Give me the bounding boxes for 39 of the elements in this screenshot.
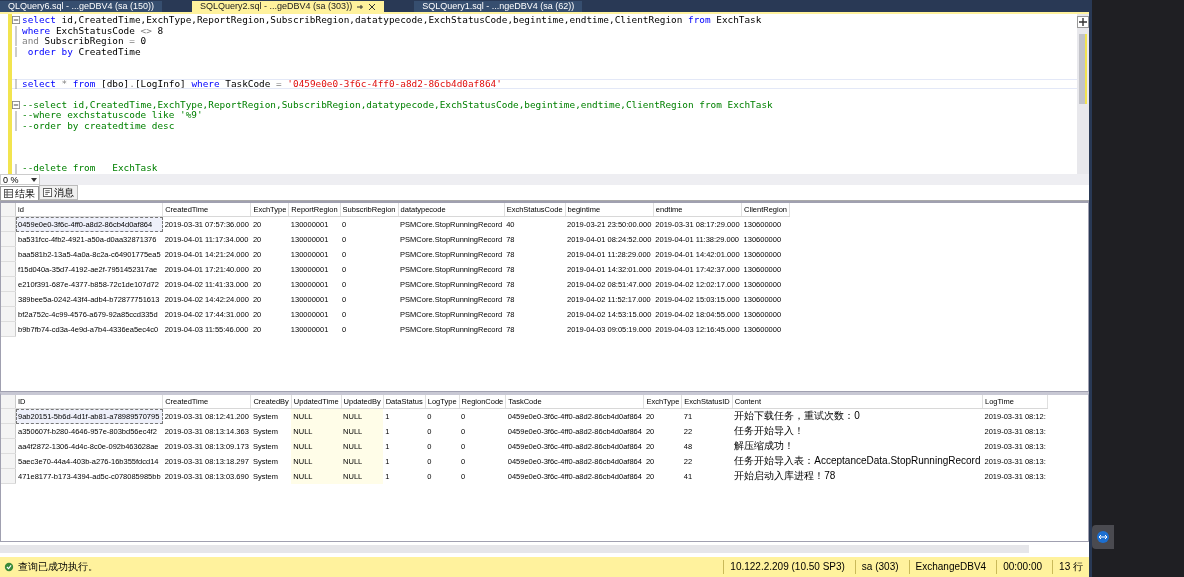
user-label: sa (303) (854, 560, 905, 574)
document-tab[interactable]: SQLQuery2.sql - ...geDBV4 (sa (303)) (192, 1, 385, 12)
table-cell: 开始下载任务，重试次数：0 (732, 408, 983, 424)
code-line: and SubscribRegion = 0 (22, 36, 147, 47)
code-line: --delete from ExchTask (22, 163, 158, 174)
horizontal-scrollbar[interactable] (0, 545, 1029, 553)
caret-icon (31, 177, 37, 182)
success-icon (4, 562, 14, 572)
server-label: 10.122.2.209 (10.50 SP3) (723, 560, 851, 574)
document-tab[interactable]: QLQuery6.sql - ...geDBV4 (sa (150)) (0, 1, 163, 12)
code-line: where ExchStatusCode <> 8 (22, 25, 164, 37)
collapse-icon[interactable] (12, 16, 20, 25)
code-line: select * from [dbo].[LogInfo] where TaskCode = '0459e0e0-3f6c-4ff0-a8d2-86cb4d0af864' (22, 78, 502, 90)
vertical-scrollbar[interactable] (1077, 14, 1089, 174)
message-icon (43, 188, 52, 197)
zoom-dropdown[interactable]: 0 % (0, 174, 40, 185)
elapsed-time: 00:00:00 (996, 560, 1049, 574)
code-line: select id,CreatedTime,ExchType,ReportRegion,SubscribRegion,datatypecode,ExchStatusCode,begintime,endtime,ClientRegion from ExchTask (22, 15, 762, 26)
table-cell-text: 任务开始导入！ (733, 424, 806, 438)
double-arrow-circle-icon (1096, 530, 1110, 544)
grid-icon (4, 189, 13, 198)
remote-tab[interactable] (1092, 525, 1114, 549)
collapse-icon[interactable] (12, 101, 20, 110)
result-tab[interactable]: 结果 (0, 186, 39, 200)
table-cell-text: 任务开始导入表：AcceptanceData.StopRunningRecord (733, 454, 982, 468)
table-cell-text: 解压缩成功！ (733, 439, 796, 453)
result-tab[interactable]: 消息 (39, 185, 78, 200)
code-line: --where exchstatuscode like '%9' (22, 110, 203, 121)
code-line: --order by createdtime desc (22, 120, 175, 132)
row-count: 13 行 (1052, 560, 1089, 574)
database-label: ExchangeDBV4 (908, 560, 993, 574)
pin-icon[interactable] (356, 2, 365, 11)
close-icon[interactable] (368, 2, 377, 11)
table-cell-text: 开始启动入库进程！78 (733, 469, 837, 483)
code-line: --select id,CreatedTime,ExchType,ReportRegion,SubscribRegion,datatypecode,ExchStatusCode,begintime,endtime,ClientRegion from ExchTask (22, 99, 773, 111)
split-icon[interactable] (1077, 16, 1089, 28)
code-line: order by CreatedTime (26, 46, 141, 58)
document-tab[interactable]: SQLQuery1.sql - ...ngeDBV4 (sa (62)) (414, 1, 583, 12)
status-message: 查询已成功执行。 (18, 560, 98, 574)
